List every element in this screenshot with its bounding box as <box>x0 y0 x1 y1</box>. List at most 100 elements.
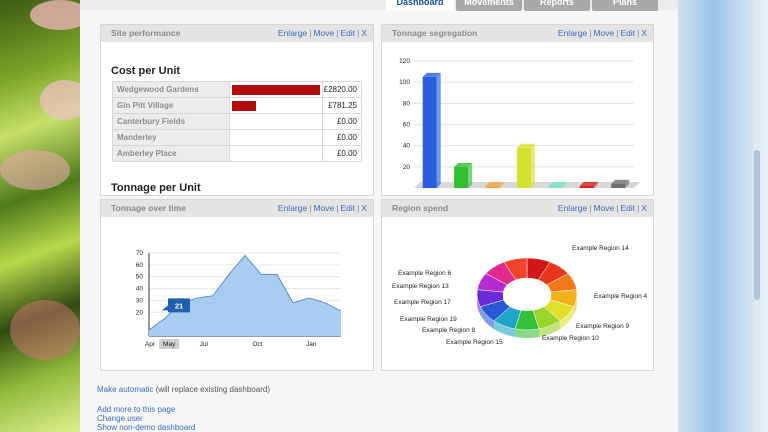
cost-value: £781.25 <box>322 97 362 114</box>
tab-plans[interactable]: Plans <box>592 0 658 11</box>
separator: | <box>589 203 592 213</box>
y-tick-label: 100 <box>399 79 410 86</box>
bar-side <box>468 162 473 188</box>
edit-link[interactable]: Edit <box>620 28 635 38</box>
tonnage-over-time-panel: Tonnage over time Enlarge | Move | Edit | X 20… <box>100 199 374 371</box>
tab-movements[interactable]: Movements <box>456 0 522 11</box>
cost-value: £0.00 <box>322 129 362 146</box>
separator: | <box>616 203 619 213</box>
cost-row: Gin Pitt Village £781.25 <box>112 97 362 114</box>
vertical-scrollbar[interactable] <box>754 0 760 432</box>
x-tick-label: Jul <box>200 341 209 348</box>
bar-side <box>436 72 441 188</box>
separator: | <box>309 28 312 38</box>
make-automatic-row: Make automatic (will replace existing da… <box>97 385 270 394</box>
close-link[interactable]: X <box>641 28 647 38</box>
panel-actions: Enlarge | Move | Edit | X <box>278 203 367 213</box>
panel-header: Region spend Enlarge | Move | Edit | X <box>382 200 653 217</box>
area-fill <box>149 255 341 336</box>
edit-link[interactable]: Edit <box>340 28 355 38</box>
add-more-link[interactable]: Add more to this page <box>97 405 175 414</box>
site-performance-panel: Site performance Enlarge | Move | Edit | X Cos… <box>100 24 374 196</box>
show-non-demo-link[interactable]: Show non-demo dashboard <box>97 423 195 432</box>
cost-row: Manderley £0.00 <box>112 129 362 146</box>
separator: | <box>309 203 312 213</box>
donut-hole <box>503 283 551 311</box>
background-petal <box>0 150 70 190</box>
region-label: Example Region 15 <box>446 339 503 346</box>
site-name: Manderley <box>112 129 230 146</box>
region-label: Example Region 8 <box>422 327 475 334</box>
enlarge-link[interactable]: Enlarge <box>558 203 587 213</box>
edit-link[interactable]: Edit <box>620 203 635 213</box>
y-tick-label: 120 <box>399 58 410 65</box>
region-label: Example Region 13 <box>392 283 449 290</box>
background-plant-image <box>0 0 90 432</box>
separator: | <box>336 28 339 38</box>
tonnage-segregation-panel: Tonnage segregation Enlarge | Move | Edit | X … <box>381 24 654 196</box>
x-tick-label: Apr <box>145 341 156 348</box>
panel-title: Site performance <box>111 28 181 38</box>
cost-bar-cell <box>228 97 324 114</box>
enlarge-link[interactable]: Enlarge <box>278 28 307 38</box>
dashboard-page: Dashboard Movements Reports Plans Site p… <box>80 0 678 432</box>
cost-value: £2820.00 <box>322 81 362 98</box>
panel-title: Tonnage segregation <box>392 28 478 38</box>
y-tick-label: 70 <box>136 250 144 257</box>
move-link[interactable]: Move <box>593 28 614 38</box>
region-label: Example Region 6 <box>398 270 451 277</box>
tab-dashboard[interactable]: Dashboard <box>386 0 454 11</box>
enlarge-link[interactable]: Enlarge <box>558 28 587 38</box>
site-name: Amberley Place <box>112 145 230 162</box>
scrollbar-thumb[interactable] <box>754 150 760 300</box>
move-link[interactable]: Move <box>313 28 334 38</box>
y-tick-label: 50 <box>136 274 144 281</box>
move-link[interactable]: Move <box>593 203 614 213</box>
panel-title: Region spend <box>392 203 449 213</box>
panel-header: Tonnage over time Enlarge | Move | Edit | X <box>101 200 373 217</box>
bar-side <box>531 143 535 188</box>
donut-slice-side <box>515 328 539 338</box>
region-label: Example Region 14 <box>572 245 629 252</box>
y-tick-label: 20 <box>136 309 144 316</box>
panel-header: Site performance Enlarge | Move | Edit | X <box>101 25 373 42</box>
region-label: Example Region 17 <box>394 299 451 306</box>
cost-row: Amberley Place £0.00 <box>112 145 362 162</box>
x-tick-label: Oct <box>252 341 262 348</box>
close-link[interactable]: X <box>641 203 647 213</box>
panel-title: Tonnage over time <box>111 203 186 213</box>
separator: | <box>637 203 640 213</box>
tooltip-pointer <box>162 305 168 311</box>
y-tick-label: 40 <box>136 286 144 293</box>
bar <box>517 147 531 188</box>
change-user-link[interactable]: Change user <box>97 414 143 423</box>
y-tick-label: 80 <box>403 100 411 107</box>
background-petal <box>10 300 80 360</box>
tab-reports[interactable]: Reports <box>524 0 590 11</box>
cost-per-unit-table: Wedgewood Gardens £2820.00 Gin Pitt Villag… <box>112 81 362 162</box>
enlarge-link[interactable]: Enlarge <box>278 203 307 213</box>
separator: | <box>357 203 360 213</box>
region-label: Example Region 19 <box>400 316 457 323</box>
make-automatic-note: (will replace existing dashboard) <box>155 385 270 394</box>
region-spend-panel: Region spend Enlarge | Move | Edit | X Example… <box>381 199 654 371</box>
make-automatic-link[interactable]: Make automatic <box>97 385 153 394</box>
y-tick-label: 60 <box>136 262 144 269</box>
region-label: Example Region 4 <box>594 293 647 300</box>
close-link[interactable]: X <box>361 203 367 213</box>
cost-bar <box>231 101 256 111</box>
separator: | <box>637 28 640 38</box>
close-link[interactable]: X <box>361 28 367 38</box>
x-tick-label: May <box>163 341 176 348</box>
cost-row: Canterbury Fields £0.00 <box>112 113 362 130</box>
region-spend-chart: Example Region 14 Example Region 4 Example… <box>392 245 647 346</box>
y-tick-label: 40 <box>403 143 411 150</box>
move-link[interactable]: Move <box>313 203 334 213</box>
edit-link[interactable]: Edit <box>340 203 355 213</box>
tooltip-value: 21 <box>175 301 183 310</box>
site-name: Canterbury Fields <box>112 113 230 130</box>
cost-bar-cell <box>228 81 324 98</box>
panel-header: Tonnage segregation Enlarge | Move | Edit | X <box>382 25 653 42</box>
bar <box>548 185 563 188</box>
cost-bar <box>231 85 320 95</box>
